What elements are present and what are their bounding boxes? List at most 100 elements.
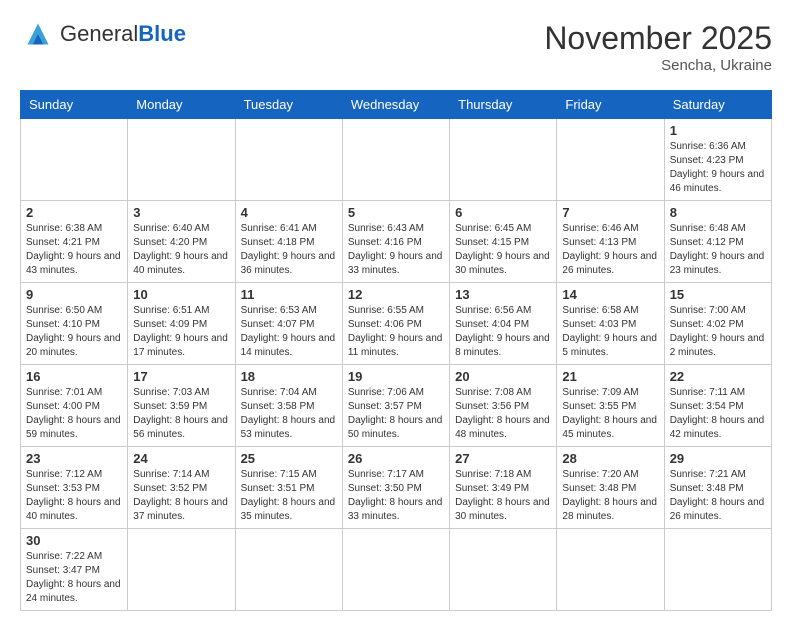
day-number: 17 [133,369,229,384]
weekday-header-monday: Monday [128,91,235,119]
weekday-header-wednesday: Wednesday [342,91,449,119]
calendar-cell [557,529,664,611]
calendar-cell: 16 Sunrise: 7:01 AM Sunset: 4:00 PM Dayli… [21,365,128,447]
day-number: 23 [26,451,122,466]
calendar-cell: 28Sunrise: 7:20 AM Sunset: 3:48 PM Dayli… [557,447,664,529]
calendar-cell: 22 Sunrise: 7:11 AM Sunset: 3:54 PM Dayli… [664,365,771,447]
calendar-cell [342,119,449,201]
title-block: November 2025 Sencha, Ukraine [544,20,772,74]
calendar-cell: 9 Sunrise: 6:50 AM Sunset: 4:10 PM Daylig… [21,283,128,365]
logo-text: GeneralBlue [60,23,186,46]
day-info: Sunrise: 6:56 AM Sunset: 4:04 PM Dayligh… [455,304,551,360]
calendar-cell [235,529,342,611]
day-info: Sunrise: 6:41 AM Sunset: 4:18 PM Dayligh… [241,222,337,278]
day-info: Sunrise: 6:46 AM Sunset: 4:13 PM Dayligh… [562,222,658,278]
calendar-cell: 10Sunrise: 6:51 AM Sunset: 4:09 PM Dayli… [128,283,235,365]
day-number: 16 [26,369,122,384]
day-info: Sunrise: 6:51 AM Sunset: 4:09 PM Dayligh… [133,304,229,360]
calendar-week-row: 9 Sunrise: 6:50 AM Sunset: 4:10 PM Daylig… [21,283,772,365]
calendar-cell: 3 Sunrise: 6:40 AM Sunset: 4:20 PM Daylig… [128,201,235,283]
day-number: 4 [241,205,337,220]
day-info: Sunrise: 7:03 AM Sunset: 3:59 PM Dayligh… [133,386,229,442]
day-number: 2 [26,205,122,220]
day-number: 29 [670,451,766,466]
calendar-cell: 27 Sunrise: 7:18 AM Sunset: 3:49 PM Dayli… [450,447,557,529]
logo-icon [20,20,56,48]
day-info: Sunrise: 7:04 AM Sunset: 3:58 PM Dayligh… [241,386,337,442]
weekday-header-thursday: Thursday [450,91,557,119]
day-number: 7 [562,205,658,220]
day-number: 3 [133,205,229,220]
calendar-cell [21,119,128,201]
calendar-cell: 26 Sunrise: 7:17 AM Sunset: 3:50 PM Dayli… [342,447,449,529]
calendar-cell: 30Sunrise: 7:22 AM Sunset: 3:47 PM Dayli… [21,529,128,611]
day-info: Sunrise: 6:55 AM Sunset: 4:06 PM Dayligh… [348,304,444,360]
day-info: Sunrise: 6:38 AM Sunset: 4:21 PM Dayligh… [26,222,122,278]
day-number: 11 [241,287,337,302]
calendar-cell: 23 Sunrise: 7:12 AM Sunset: 3:53 PM Dayli… [21,447,128,529]
calendar-cell [557,119,664,201]
day-info: Sunrise: 7:15 AM Sunset: 3:51 PM Dayligh… [241,468,337,524]
calendar-cell: 25Sunrise: 7:15 AM Sunset: 3:51 PM Dayli… [235,447,342,529]
calendar-cell: 8 Sunrise: 6:48 AM Sunset: 4:12 PM Daylig… [664,201,771,283]
calendar-cell: 18 Sunrise: 7:04 AM Sunset: 3:58 PM Dayli… [235,365,342,447]
day-info: Sunrise: 7:14 AM Sunset: 3:52 PM Dayligh… [133,468,229,524]
day-info: Sunrise: 6:48 AM Sunset: 4:12 PM Dayligh… [670,222,766,278]
page-header: GeneralBlue November 2025 Sencha, Ukrain… [20,20,772,74]
weekday-header-saturday: Saturday [664,91,771,119]
day-info: Sunrise: 7:06 AM Sunset: 3:57 PM Dayligh… [348,386,444,442]
day-number: 22 [670,369,766,384]
day-number: 21 [562,369,658,384]
day-info: Sunrise: 6:58 AM Sunset: 4:03 PM Dayligh… [562,304,658,360]
calendar-week-row: 2 Sunrise: 6:38 AM Sunset: 4:21 PM Daylig… [21,201,772,283]
day-info: Sunrise: 6:40 AM Sunset: 4:20 PM Dayligh… [133,222,229,278]
day-info: Sunrise: 7:11 AM Sunset: 3:54 PM Dayligh… [670,386,766,442]
calendar-cell: 12 Sunrise: 6:55 AM Sunset: 4:06 PM Dayli… [342,283,449,365]
calendar-cell [664,529,771,611]
weekday-header-row: SundayMondayTuesdayWednesdayThursdayFrid… [21,91,772,119]
calendar-cell: 13Sunrise: 6:56 AM Sunset: 4:04 PM Dayli… [450,283,557,365]
calendar-cell: 6Sunrise: 6:45 AM Sunset: 4:15 PM Daylig… [450,201,557,283]
day-number: 18 [241,369,337,384]
calendar-cell: 2 Sunrise: 6:38 AM Sunset: 4:21 PM Daylig… [21,201,128,283]
month-year-title: November 2025 [544,20,772,57]
logo: GeneralBlue [20,20,186,48]
day-number: 20 [455,369,551,384]
calendar-cell: 29Sunrise: 7:21 AM Sunset: 3:48 PM Dayli… [664,447,771,529]
day-info: Sunrise: 6:53 AM Sunset: 4:07 PM Dayligh… [241,304,337,360]
weekday-header-sunday: Sunday [21,91,128,119]
day-number: 12 [348,287,444,302]
calendar-cell: 19Sunrise: 7:06 AM Sunset: 3:57 PM Dayli… [342,365,449,447]
day-number: 8 [670,205,766,220]
day-number: 26 [348,451,444,466]
day-info: Sunrise: 7:18 AM Sunset: 3:49 PM Dayligh… [455,468,551,524]
day-number: 28 [562,451,658,466]
calendar-cell [128,529,235,611]
calendar-cell: 1Sunrise: 6:36 AM Sunset: 4:23 PM Daylig… [664,119,771,201]
calendar-cell: 14 Sunrise: 6:58 AM Sunset: 4:03 PM Dayli… [557,283,664,365]
day-info: Sunrise: 6:36 AM Sunset: 4:23 PM Dayligh… [670,140,766,196]
day-info: Sunrise: 7:17 AM Sunset: 3:50 PM Dayligh… [348,468,444,524]
weekday-header-friday: Friday [557,91,664,119]
day-number: 14 [562,287,658,302]
calendar-cell [450,119,557,201]
day-info: Sunrise: 6:50 AM Sunset: 4:10 PM Dayligh… [26,304,122,360]
day-number: 9 [26,287,122,302]
calendar-cell: 20 Sunrise: 7:08 AM Sunset: 3:56 PM Dayli… [450,365,557,447]
calendar-cell: 5Sunrise: 6:43 AM Sunset: 4:16 PM Daylig… [342,201,449,283]
calendar-cell: 11 Sunrise: 6:53 AM Sunset: 4:07 PM Dayli… [235,283,342,365]
calendar-cell [342,529,449,611]
day-info: Sunrise: 7:01 AM Sunset: 4:00 PM Dayligh… [26,386,122,442]
day-info: Sunrise: 7:08 AM Sunset: 3:56 PM Dayligh… [455,386,551,442]
day-number: 27 [455,451,551,466]
day-info: Sunrise: 7:12 AM Sunset: 3:53 PM Dayligh… [26,468,122,524]
calendar-week-row: 30Sunrise: 7:22 AM Sunset: 3:47 PM Dayli… [21,529,772,611]
calendar-table: SundayMondayTuesdayWednesdayThursdayFrid… [20,90,772,611]
calendar-cell: 21Sunrise: 7:09 AM Sunset: 3:55 PM Dayli… [557,365,664,447]
calendar-cell [128,119,235,201]
location-subtitle: Sencha, Ukraine [544,57,772,74]
day-number: 15 [670,287,766,302]
calendar-week-row: 16 Sunrise: 7:01 AM Sunset: 4:00 PM Dayli… [21,365,772,447]
day-number: 30 [26,533,122,548]
calendar-cell: 7 Sunrise: 6:46 AM Sunset: 4:13 PM Daylig… [557,201,664,283]
